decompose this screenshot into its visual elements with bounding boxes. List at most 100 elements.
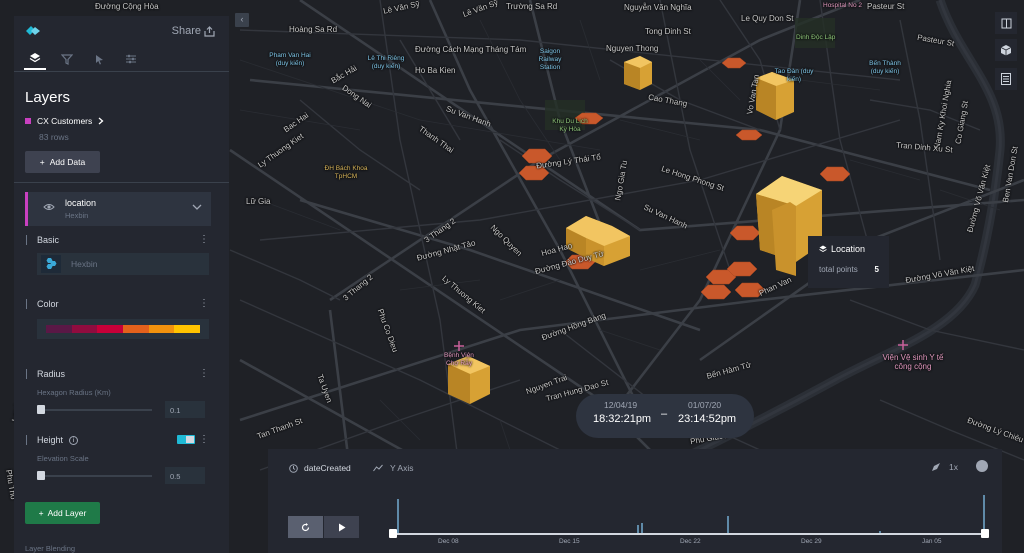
more-options-icon[interactable]: ⋮ xyxy=(199,235,209,245)
color-swatch xyxy=(71,325,98,333)
divider xyxy=(14,182,229,183)
dataset-item[interactable]: CX Customers 83 rows xyxy=(14,106,229,142)
split-map-button[interactable] xyxy=(995,12,1017,34)
tab-layers[interactable] xyxy=(24,48,46,70)
time-range-end-handle[interactable] xyxy=(981,529,989,538)
slider-handle[interactable] xyxy=(37,471,45,480)
layers-icon xyxy=(819,245,827,253)
poi-label: Pham Van Hai (duy kiến) xyxy=(269,52,311,67)
tab-map-settings[interactable] xyxy=(120,48,142,70)
time-playback-panel: dateCreated Y Axis 1x Dec 08 Dec 15 Dec … xyxy=(268,449,1002,553)
panel-header: Share xyxy=(14,16,229,46)
section-basic: Basic ⋮ Hexbin xyxy=(25,235,211,275)
line-chart-icon xyxy=(373,464,383,472)
chevron-right-icon xyxy=(98,117,104,125)
map-label-road: Pasteur St xyxy=(867,2,905,11)
time-window-display: 12/04/19 18:32:21pm – 01/07/20 23:14:52p… xyxy=(576,394,754,438)
time-field-name: dateCreated xyxy=(304,463,351,473)
speed-control[interactable]: 1x xyxy=(931,462,958,472)
poi-label: Bến Thành (duy kiến) xyxy=(869,60,901,75)
add-data-button[interactable]: + Add Data xyxy=(25,151,100,173)
dataset-row-count: 83 rows xyxy=(39,132,69,142)
tooltip-label: total points xyxy=(819,265,858,274)
layer-type-select[interactable]: Hexbin xyxy=(37,253,209,275)
reset-button[interactable] xyxy=(288,516,323,538)
add-data-label: Add Data xyxy=(49,157,86,167)
map-tooltip: Location total points 5 xyxy=(808,236,889,288)
rocket-icon xyxy=(932,463,940,471)
start-date: 12/04/19 xyxy=(604,400,638,410)
more-options-icon[interactable]: ⋮ xyxy=(199,299,209,309)
share-icon xyxy=(204,25,215,37)
tab-filters[interactable] xyxy=(56,48,78,70)
playback-controls xyxy=(288,516,359,538)
tab-interactions[interactable] xyxy=(88,48,110,70)
speed-value: 1x xyxy=(949,462,958,472)
color-swatch xyxy=(46,325,72,333)
section-title: Radius xyxy=(25,369,211,379)
map-label-road: Ho Ba Kien xyxy=(415,66,456,75)
y-axis-select[interactable]: Y Axis xyxy=(373,463,413,473)
more-options-icon[interactable]: ⋮ xyxy=(199,435,209,445)
color-swatch xyxy=(174,325,201,333)
map-label-road: Nguyễn Văn Nghĩa xyxy=(624,3,692,12)
time-tick-label: Dec 15 xyxy=(559,538,580,545)
share-button[interactable]: Share xyxy=(172,25,215,37)
height-title: Height xyxy=(37,435,64,445)
poi-label: ĐH Bách Khoa TpHCM xyxy=(324,165,368,180)
color-range-select[interactable] xyxy=(37,319,209,339)
play-button[interactable] xyxy=(324,516,359,538)
3d-view-button[interactable] xyxy=(995,39,1017,61)
poi-label: Tao Đàn (duy kiến) xyxy=(774,68,814,83)
time-range-start-handle[interactable] xyxy=(389,529,397,538)
elevation-input[interactable]: 0.5 xyxy=(165,467,205,484)
slider-handle[interactable] xyxy=(37,405,45,414)
time-field-select[interactable]: dateCreated xyxy=(289,463,351,473)
elevation-slider[interactable]: 0.5 xyxy=(37,467,209,485)
time-tick-label: Jan 05 xyxy=(922,538,942,545)
layer-name[interactable]: location xyxy=(65,198,96,208)
color-scale-bar xyxy=(46,325,201,333)
height-toggle[interactable] xyxy=(177,435,195,444)
poi-label: Bệnh Viện Chợ Rẫy xyxy=(444,352,474,367)
color-title: Color xyxy=(37,299,59,309)
eye-icon[interactable] xyxy=(43,203,55,211)
tooltip-value: 5 xyxy=(874,265,879,274)
side-panel: Share Layers CX Customers 83 rows + Add … xyxy=(14,16,229,553)
globe-icon[interactable] xyxy=(976,460,988,472)
map-label-road: Le Quy Don St xyxy=(741,14,794,23)
time-tick-label: Dec 29 xyxy=(801,538,822,545)
collapse-panel-button[interactable]: ‹ xyxy=(235,13,249,27)
section-height: Height i ⋮ Elevation Scale 0.5 xyxy=(25,435,211,485)
map-label-road: Đường Cách Mạng Tháng Tám xyxy=(415,45,527,54)
poi-label: Viện Vệ sinh Y tế công cộng xyxy=(882,353,944,371)
dataset-name-row[interactable]: CX Customers xyxy=(25,116,229,126)
panel-title: Layers xyxy=(25,89,71,106)
radius-input[interactable]: 0.1 xyxy=(165,401,205,418)
tooltip-title: Location xyxy=(831,244,866,254)
add-layer-button[interactable]: + Add Layer xyxy=(25,502,100,524)
poi-label: Hospital No 2 xyxy=(823,2,863,9)
map-label-road: Tong Dinh St xyxy=(645,27,691,36)
radius-slider[interactable]: 0.1 xyxy=(37,401,209,419)
basic-title: Basic xyxy=(37,235,60,245)
more-options-icon[interactable]: ⋮ xyxy=(199,369,209,379)
histogram-bar xyxy=(641,523,643,533)
section-color: Color ⋮ xyxy=(25,299,211,339)
legend-button[interactable] xyxy=(995,68,1017,90)
layer-panel-header[interactable]: location Hexbin xyxy=(25,192,211,226)
time-range-track[interactable] xyxy=(393,533,985,535)
color-swatch xyxy=(148,325,175,333)
map-label-road: Hoàng Sa Rd xyxy=(289,25,338,34)
chevron-down-icon[interactable] xyxy=(192,204,202,211)
end-time: 23:14:52pm xyxy=(678,413,737,425)
map-label-road: Lữ Gia xyxy=(246,197,271,206)
filter-icon xyxy=(61,53,73,65)
layer-type-value: Hexbin xyxy=(71,259,98,269)
layer-type: Hexbin xyxy=(65,211,89,220)
info-icon[interactable]: i xyxy=(69,435,79,445)
poi-label: Khu Du Lịch Kỳ Hòa xyxy=(552,118,588,133)
slider-track[interactable] xyxy=(40,475,152,477)
add-layer-label: Add Layer xyxy=(47,508,87,518)
slider-track[interactable] xyxy=(40,409,152,411)
